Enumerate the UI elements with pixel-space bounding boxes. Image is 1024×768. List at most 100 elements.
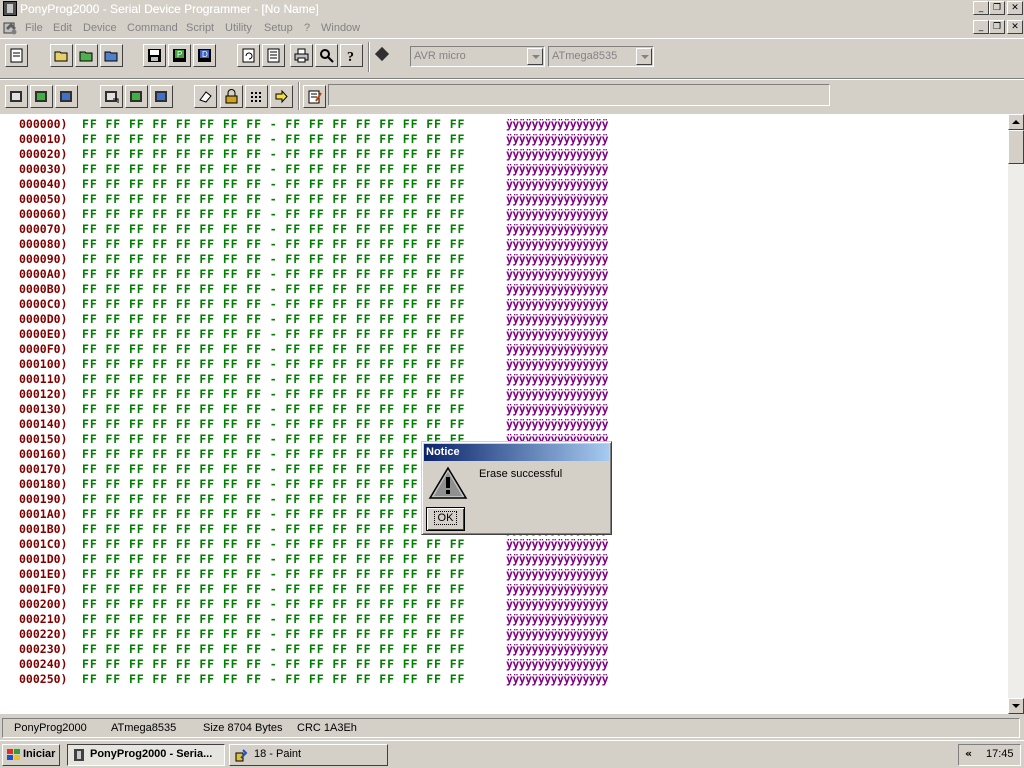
hex-row-bytes[interactable]: FF FF FF FF FF FF FF FF - FF FF FF FF FF…	[82, 597, 465, 612]
help-button[interactable]: ?	[340, 44, 363, 67]
edit-note-button[interactable]	[262, 44, 285, 67]
hex-row-bytes[interactable]: FF FF FF FF FF FF FF FF - FF FF FF FF FF…	[82, 492, 465, 507]
device-family-select[interactable]: AVR micro	[410, 46, 545, 67]
restore-button[interactable]: ❐	[989, 1, 1005, 15]
ponyprog-app-icon[interactable]	[3, 1, 17, 16]
hex-row-ascii[interactable]: ÿÿÿÿÿÿÿÿÿÿÿÿÿÿÿÿ	[506, 192, 609, 207]
menu-script[interactable]: Script	[186, 19, 214, 37]
hex-row-ascii[interactable]: ÿÿÿÿÿÿÿÿÿÿÿÿÿÿÿÿ	[506, 207, 609, 222]
hex-row-bytes[interactable]: FF FF FF FF FF FF FF FF - FF FF FF FF FF…	[82, 117, 465, 132]
read-data-button[interactable]	[55, 85, 78, 108]
hex-row-bytes[interactable]: FF FF FF FF FF FF FF FF - FF FF FF FF FF…	[82, 207, 465, 222]
write-program-button[interactable]	[125, 85, 148, 108]
doc-minimize-button[interactable]: _	[973, 20, 989, 34]
dialog-title-bar[interactable]: Notice	[424, 444, 609, 461]
hex-row-ascii[interactable]: ÿÿÿÿÿÿÿÿÿÿÿÿÿÿÿÿ	[506, 672, 609, 687]
doc-restore-button[interactable]: ❐	[989, 20, 1005, 34]
menu-file[interactable]: File	[25, 19, 43, 37]
hex-row-ascii[interactable]: ÿÿÿÿÿÿÿÿÿÿÿÿÿÿÿÿ	[506, 642, 609, 657]
hex-row-ascii[interactable]: ÿÿÿÿÿÿÿÿÿÿÿÿÿÿÿÿ	[506, 357, 609, 372]
config-bits-button[interactable]	[245, 85, 268, 108]
hex-row-ascii[interactable]: ÿÿÿÿÿÿÿÿÿÿÿÿÿÿÿÿ	[506, 147, 609, 162]
menu-device[interactable]: Device	[83, 19, 117, 37]
hex-row-ascii[interactable]: ÿÿÿÿÿÿÿÿÿÿÿÿÿÿÿÿ	[506, 582, 609, 597]
hex-row-bytes[interactable]: FF FF FF FF FF FF FF FF - FF FF FF FF FF…	[82, 612, 465, 627]
hex-row-ascii[interactable]: ÿÿÿÿÿÿÿÿÿÿÿÿÿÿÿÿ	[506, 252, 609, 267]
hex-row-bytes[interactable]: FF FF FF FF FF FF FF FF - FF FF FF FF FF…	[82, 447, 465, 462]
program-next-button[interactable]	[270, 85, 293, 108]
hex-row-ascii[interactable]: ÿÿÿÿÿÿÿÿÿÿÿÿÿÿÿÿ	[506, 537, 609, 552]
menu-edit[interactable]: Edit	[53, 19, 72, 37]
hex-row-bytes[interactable]: FF FF FF FF FF FF FF FF - FF FF FF FF FF…	[82, 417, 465, 432]
hex-row-bytes[interactable]: FF FF FF FF FF FF FF FF - FF FF FF FF FF…	[82, 402, 465, 417]
hex-row-ascii[interactable]: ÿÿÿÿÿÿÿÿÿÿÿÿÿÿÿÿ	[506, 327, 609, 342]
hex-row-bytes[interactable]: FF FF FF FF FF FF FF FF - FF FF FF FF FF…	[82, 267, 465, 282]
ok-button[interactable]: OK	[426, 507, 465, 531]
hex-row-bytes[interactable]: FF FF FF FF FF FF FF FF - FF FF FF FF FF…	[82, 507, 465, 522]
write-data-button[interactable]	[150, 85, 173, 108]
scroll-up-button[interactable]	[1008, 114, 1024, 130]
hex-row-ascii[interactable]: ÿÿÿÿÿÿÿÿÿÿÿÿÿÿÿÿ	[506, 237, 609, 252]
hex-row-ascii[interactable]: ÿÿÿÿÿÿÿÿÿÿÿÿÿÿÿÿ	[506, 162, 609, 177]
hex-row-bytes[interactable]: FF FF FF FF FF FF FF FF - FF FF FF FF FF…	[82, 672, 465, 687]
task-ponyprog[interactable]: PonyProg2000 - Seria...	[67, 744, 225, 766]
minimize-button[interactable]: _	[973, 1, 989, 15]
save-data-button[interactable]: D	[193, 44, 216, 67]
hex-row-ascii[interactable]: ÿÿÿÿÿÿÿÿÿÿÿÿÿÿÿÿ	[506, 552, 609, 567]
hex-row-bytes[interactable]: FF FF FF FF FF FF FF FF - FF FF FF FF FF…	[82, 147, 465, 162]
write-all-button[interactable]	[100, 85, 123, 108]
menu-window[interactable]: Window	[321, 19, 360, 37]
hex-editor[interactable]: 000000) FF FF FF FF FF FF FF FF - FF FF F…	[0, 114, 1008, 714]
hex-row-ascii[interactable]: ÿÿÿÿÿÿÿÿÿÿÿÿÿÿÿÿ	[506, 117, 609, 132]
hex-row-ascii[interactable]: ÿÿÿÿÿÿÿÿÿÿÿÿÿÿÿÿ	[506, 297, 609, 312]
save-button[interactable]	[143, 44, 166, 67]
menu-help[interactable]: ?	[304, 19, 310, 37]
hex-row-bytes[interactable]: FF FF FF FF FF FF FF FF - FF FF FF FF FF…	[82, 252, 465, 267]
menu-command[interactable]: Command	[127, 19, 178, 37]
script-edit-button[interactable]	[303, 85, 326, 108]
task-paint[interactable]: 18 - Paint	[229, 744, 388, 766]
menu-utility[interactable]: Utility	[225, 19, 252, 37]
hex-row-bytes[interactable]: FF FF FF FF FF FF FF FF - FF FF FF FF FF…	[82, 177, 465, 192]
hex-row-ascii[interactable]: ÿÿÿÿÿÿÿÿÿÿÿÿÿÿÿÿ	[506, 282, 609, 297]
read-program-button[interactable]	[30, 85, 53, 108]
setup-button[interactable]	[315, 44, 338, 67]
erase-button[interactable]	[194, 85, 217, 108]
hex-row-bytes[interactable]: FF FF FF FF FF FF FF FF - FF FF FF FF FF…	[82, 552, 465, 567]
hex-row-ascii[interactable]: ÿÿÿÿÿÿÿÿÿÿÿÿÿÿÿÿ	[506, 612, 609, 627]
hex-row-ascii[interactable]: ÿÿÿÿÿÿÿÿÿÿÿÿÿÿÿÿ	[506, 387, 609, 402]
reload-button[interactable]	[237, 44, 260, 67]
hex-row-bytes[interactable]: FF FF FF FF FF FF FF FF - FF FF FF FF FF…	[82, 297, 465, 312]
chevron-down-icon[interactable]	[636, 48, 652, 65]
hex-row-bytes[interactable]: FF FF FF FF FF FF FF FF - FF FF FF FF FF…	[82, 132, 465, 147]
hex-row-bytes[interactable]: FF FF FF FF FF FF FF FF - FF FF FF FF FF…	[82, 162, 465, 177]
hex-row-ascii[interactable]: ÿÿÿÿÿÿÿÿÿÿÿÿÿÿÿÿ	[506, 627, 609, 642]
hex-row-bytes[interactable]: FF FF FF FF FF FF FF FF - FF FF FF FF FF…	[82, 657, 465, 672]
hex-row-bytes[interactable]: FF FF FF FF FF FF FF FF - FF FF FF FF FF…	[82, 462, 465, 477]
hex-row-bytes[interactable]: FF FF FF FF FF FF FF FF - FF FF FF FF FF…	[82, 642, 465, 657]
hex-row-bytes[interactable]: FF FF FF FF FF FF FF FF - FF FF FF FF FF…	[82, 582, 465, 597]
hex-row-ascii[interactable]: ÿÿÿÿÿÿÿÿÿÿÿÿÿÿÿÿ	[506, 177, 609, 192]
hex-row-ascii[interactable]: ÿÿÿÿÿÿÿÿÿÿÿÿÿÿÿÿ	[506, 567, 609, 582]
device-type-select[interactable]: ATmega8535	[548, 46, 654, 67]
doc-close-button[interactable]: ✕	[1007, 20, 1023, 34]
security-button[interactable]	[220, 85, 243, 108]
hex-row-bytes[interactable]: FF FF FF FF FF FF FF FF - FF FF FF FF FF…	[82, 192, 465, 207]
hex-row-bytes[interactable]: FF FF FF FF FF FF FF FF - FF FF FF FF FF…	[82, 327, 465, 342]
scroll-thumb[interactable]	[1008, 130, 1024, 164]
read-all-button[interactable]	[5, 85, 28, 108]
hex-row-bytes[interactable]: FF FF FF FF FF FF FF FF - FF FF FF FF FF…	[82, 567, 465, 582]
hex-row-ascii[interactable]: ÿÿÿÿÿÿÿÿÿÿÿÿÿÿÿÿ	[506, 402, 609, 417]
open-program-button[interactable]	[75, 44, 98, 67]
vertical-scrollbar[interactable]	[1008, 114, 1024, 714]
hex-row-bytes[interactable]: FF FF FF FF FF FF FF FF - FF FF FF FF FF…	[82, 522, 465, 537]
scroll-down-button[interactable]	[1008, 698, 1024, 714]
hex-row-bytes[interactable]: FF FF FF FF FF FF FF FF - FF FF FF FF FF…	[82, 237, 465, 252]
hex-row-ascii[interactable]: ÿÿÿÿÿÿÿÿÿÿÿÿÿÿÿÿ	[506, 372, 609, 387]
hex-row-bytes[interactable]: FF FF FF FF FF FF FF FF - FF FF FF FF FF…	[82, 537, 465, 552]
hex-row-bytes[interactable]: FF FF FF FF FF FF FF FF - FF FF FF FF FF…	[82, 432, 465, 447]
open-button[interactable]	[50, 44, 73, 67]
hex-row-bytes[interactable]: FF FF FF FF FF FF FF FF - FF FF FF FF FF…	[82, 312, 465, 327]
new-button[interactable]	[5, 44, 28, 67]
hex-row-ascii[interactable]: ÿÿÿÿÿÿÿÿÿÿÿÿÿÿÿÿ	[506, 267, 609, 282]
